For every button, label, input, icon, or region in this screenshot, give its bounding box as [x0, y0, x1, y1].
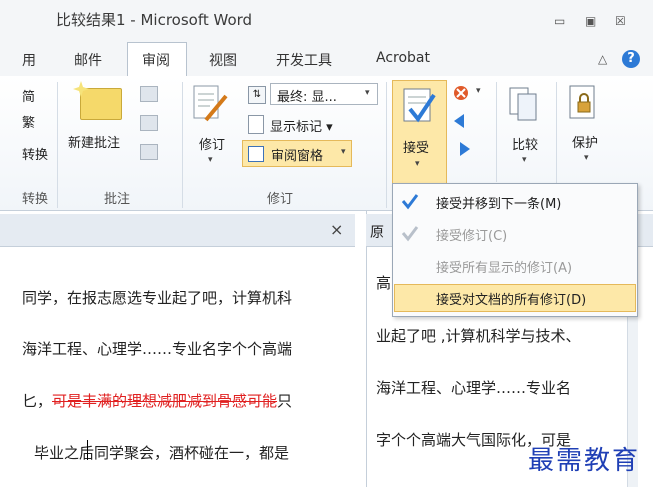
next-comment-icon[interactable] [140, 144, 158, 160]
group-divider [496, 82, 497, 182]
reject-icon[interactable] [452, 84, 474, 102]
minimize-button[interactable]: ▭ [554, 14, 565, 28]
reviewing-pane-label: 审阅窗格 [271, 149, 324, 164]
menu-item-label: 接受所有显示的修订(A) [436, 261, 573, 276]
text-cursor [87, 440, 88, 460]
previous-change-icon[interactable] [452, 112, 472, 130]
document-header [0, 214, 355, 247]
menu-item-accept-and-move-next[interactable]: 接受并移到下一条(M) [392, 186, 636, 216]
menu-item-accept-all-document[interactable]: 接受对文档的所有修订(D) [392, 282, 636, 312]
menu-item-accept-all-shown[interactable]: 接受所有显示的修订(A) [392, 250, 636, 280]
tab-references[interactable]: 用 [22, 50, 36, 70]
convert-button[interactable]: 转换 [22, 144, 48, 163]
compare-button[interactable]: 比较 [512, 134, 538, 153]
convert-group-label: 转换 [22, 192, 49, 207]
accept-change-icon [401, 226, 419, 242]
tab-view[interactable]: 视图 [209, 50, 237, 70]
group-divider [57, 82, 58, 208]
doc-line-3: 匕，可是丰满的理想减肥减到骨感可能只 [22, 390, 292, 411]
previous-comment-icon[interactable] [140, 115, 158, 131]
new-comment-icon[interactable] [73, 81, 122, 120]
compare-icon[interactable] [506, 84, 542, 124]
next-change-icon[interactable] [452, 140, 472, 158]
display-for-review-select[interactable]: 最终: 显... ▾ [270, 83, 378, 105]
accept-button[interactable]: 接受 ▾ [392, 80, 447, 184]
protect-icon[interactable] [566, 84, 602, 124]
track-changes-icon[interactable] [190, 84, 230, 128]
source-line-0: 高 [376, 274, 392, 292]
menu-item-label: 接受对文档的所有修订(D) [436, 293, 587, 308]
source-pane-title: 原 [370, 225, 384, 241]
sparkle-icon [73, 81, 89, 97]
accept-label: 接受 [403, 141, 430, 156]
help-icon[interactable]: ? [622, 50, 640, 68]
collapse-ribbon-icon[interactable]: △ [598, 52, 607, 66]
traditional-chinese-button[interactable]: 繁 [22, 112, 35, 131]
reject-dropdown-icon[interactable]: ▾ [476, 86, 481, 96]
reviewing-pane-icon [248, 146, 264, 162]
doc-line-4: 毕业之后同学聚会，酒杯碰在一，都是 [34, 444, 290, 462]
deleted-text: 可是丰满的理想减肥减到骨感可能 [52, 392, 278, 410]
accept-icon [403, 88, 436, 123]
group-divider [182, 82, 183, 208]
chevron-down-icon: ▾ [341, 147, 346, 157]
reviewing-pane-button[interactable]: 审阅窗格 ▾ [242, 140, 352, 167]
restore-button[interactable]: ▣ [585, 14, 596, 28]
watermark-logo: 最需教育 [528, 446, 641, 476]
chevron-down-icon: ▾ [365, 88, 370, 98]
doc-line-2: 海洋工程、心理学……专业名字个个高端 [22, 340, 293, 358]
menu-item-label: 接受并移到下一条(M) [436, 197, 562, 212]
comments-group-label: 批注 [104, 192, 131, 207]
tab-developer[interactable]: 开发工具 [276, 50, 332, 70]
doc-line-1: 同学，在报志愿选专业起了吧，计算机科 [22, 289, 293, 307]
source-line-2: 海洋工程、心理学……专业名 [376, 379, 572, 397]
tracking-group-label: 修订 [267, 192, 294, 207]
delete-comment-icon[interactable] [140, 86, 158, 102]
track-changes-dropdown-icon[interactable]: ▾ [208, 155, 213, 165]
window-title: 比较结果1 - Microsoft Word [56, 11, 253, 29]
tab-review[interactable]: 审阅 [142, 50, 170, 70]
protect-dropdown-icon[interactable]: ▾ [584, 153, 589, 163]
doc-line-3-start: 匕， [22, 392, 53, 410]
tab-acrobat[interactable]: Acrobat [376, 50, 430, 66]
track-changes-button[interactable]: 修订 [199, 134, 225, 153]
chevron-down-icon: ▾ [415, 159, 420, 169]
new-comment-button[interactable]: 新建批注 [68, 132, 120, 151]
accept-next-icon [401, 194, 419, 210]
close-button[interactable]: ☒ [615, 14, 626, 28]
source-line-1: 业起了吧 ,计算机科学与技术、 [376, 327, 581, 345]
simplified-chinese-button[interactable]: 简 [22, 86, 35, 105]
show-markup-button[interactable]: 显示标记 ▾ [270, 116, 333, 135]
menu-item-label: 接受修订(C) [436, 229, 508, 244]
protect-button[interactable]: 保护 [572, 132, 598, 151]
menu-item-accept-change[interactable]: 接受修订(C) [392, 218, 636, 248]
display-for-review-value: 最终: 显... [277, 90, 337, 105]
compare-dropdown-icon[interactable]: ▾ [522, 155, 527, 165]
group-divider [386, 82, 387, 208]
tab-mailings[interactable]: 邮件 [74, 50, 102, 70]
doc-line-3-end: 只 [277, 392, 293, 410]
display-for-review-icon: ⇅ [248, 86, 266, 104]
close-pane-icon[interactable]: × [330, 220, 343, 239]
show-markup-icon [248, 115, 264, 134]
